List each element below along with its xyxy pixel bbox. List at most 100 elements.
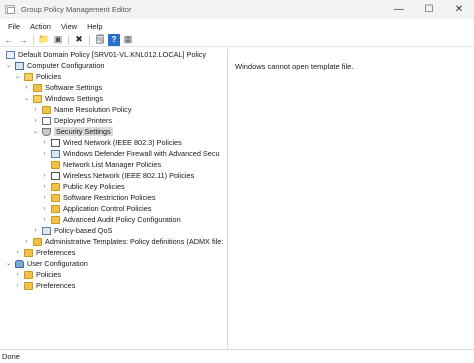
- window-title: Group Policy Management Editor: [21, 5, 132, 14]
- back-arrow-icon[interactable]: ←: [3, 34, 15, 46]
- tree-label: Windows Defender Firewall with Advanced …: [63, 149, 220, 158]
- tree-node-security-settings[interactable]: ⌄ Security Settings: [32, 126, 113, 137]
- tree-node-uc-preferences[interactable]: › Preferences: [14, 280, 76, 291]
- tree-node-software-settings[interactable]: › Software Settings: [23, 82, 103, 93]
- maximize-button[interactable]: ☐: [414, 0, 444, 19]
- folder-icon: [51, 193, 60, 202]
- expand-chevron-icon[interactable]: ›: [41, 149, 48, 158]
- tree-node-advanced-audit[interactable]: › Advanced Audit Policy Configuration: [41, 214, 181, 225]
- qos-chart-icon: [42, 226, 51, 235]
- network-icon: [51, 138, 60, 147]
- forward-arrow-icon[interactable]: →: [17, 34, 29, 46]
- tree-label: Name Resolution Policy: [54, 105, 132, 114]
- tree-node-policy-qos[interactable]: › Policy-based QoS: [32, 225, 113, 236]
- properties-icon[interactable]: 🗒: [94, 34, 106, 46]
- help-icon[interactable]: ?: [108, 33, 120, 46]
- tree-label: Security Settings: [54, 127, 113, 136]
- error-message: Windows cannot open template file.: [235, 62, 354, 71]
- policy-scroll-icon: [6, 50, 15, 59]
- collapse-chevron-icon[interactable]: ⌄: [23, 94, 30, 103]
- tree-node-cc-preferences[interactable]: › Preferences: [14, 247, 76, 258]
- toolbar-separator: [33, 34, 34, 45]
- folder-icon: [51, 204, 60, 213]
- expand-chevron-icon[interactable]: ›: [14, 248, 21, 257]
- collapse-chevron-icon[interactable]: ⌄: [5, 259, 12, 268]
- printer-icon: [42, 116, 51, 125]
- folder-icon: [33, 237, 42, 246]
- tree-node-uc-policies[interactable]: › Policies: [14, 269, 62, 280]
- tree-node-wireless-network[interactable]: › Wireless Network (IEEE 802.11) Policie…: [41, 170, 195, 181]
- minimize-button[interactable]: —: [384, 0, 414, 19]
- user-icon: [15, 259, 24, 268]
- tree-node-user-configuration[interactable]: ⌄ User Configuration: [5, 258, 88, 269]
- close-button[interactable]: ✕: [444, 0, 474, 19]
- delete-icon[interactable]: ✖: [73, 34, 85, 46]
- expand-chevron-icon[interactable]: ›: [23, 237, 30, 246]
- expand-chevron-icon[interactable]: ›: [32, 105, 39, 114]
- tree-node-application-control[interactable]: › Application Control Policies: [41, 203, 152, 214]
- expand-chevron-icon[interactable]: ›: [14, 270, 21, 279]
- no-expander: [41, 160, 48, 169]
- collapse-chevron-icon[interactable]: ⌄: [5, 61, 12, 70]
- window-controls: — ☐ ✕: [384, 0, 474, 19]
- status-bar: Done: [0, 349, 474, 363]
- tree-node-deployed-printers[interactable]: › Deployed Printers: [32, 115, 113, 126]
- wireless-network-icon: [51, 171, 60, 180]
- tree-label: Preferences: [36, 281, 76, 290]
- expand-chevron-icon[interactable]: ›: [32, 226, 39, 235]
- tree-node-public-key[interactable]: › Public Key Policies: [41, 181, 125, 192]
- folder-open-icon: [24, 72, 33, 81]
- expand-chevron-icon[interactable]: ›: [14, 281, 21, 290]
- menu-help[interactable]: Help: [82, 22, 107, 31]
- tree-node-policies[interactable]: ⌄ Policies: [14, 71, 61, 82]
- folder-icon: [33, 83, 42, 92]
- expand-chevron-icon[interactable]: ›: [23, 83, 30, 92]
- folder-icon: [42, 105, 51, 114]
- expand-chevron-icon[interactable]: ›: [41, 138, 48, 147]
- tree-node-name-resolution-policy[interactable]: › Name Resolution Policy: [32, 104, 132, 115]
- expand-chevron-icon[interactable]: ›: [32, 116, 39, 125]
- tree-node-computer-configuration[interactable]: ⌄ Computer Configuration: [5, 60, 105, 71]
- tree-label: Software Restriction Policies: [63, 193, 156, 202]
- tree-node-software-restriction[interactable]: › Software Restriction Policies: [41, 192, 156, 203]
- folder-open-icon: [33, 94, 42, 103]
- console-icon[interactable]: ▦: [122, 34, 134, 46]
- tree-label: Public Key Policies: [63, 182, 125, 191]
- toolbar-separator: [68, 34, 69, 45]
- tree-label: Preferences: [36, 248, 76, 257]
- tree-node-network-list-manager[interactable]: Network List Manager Policies: [41, 159, 161, 170]
- tree-label: Wireless Network (IEEE 802.11) Policies: [63, 171, 195, 180]
- tree-label: Computer Configuration: [27, 61, 105, 70]
- tree-label: Software Settings: [45, 83, 103, 92]
- tree-label: Application Control Policies: [63, 204, 152, 213]
- tree-label: Policies: [36, 270, 62, 279]
- up-folder-icon[interactable]: 📁: [38, 34, 50, 46]
- tree-node-wired-network[interactable]: › Wired Network (IEEE 802.3) Policies: [41, 137, 182, 148]
- title-bar: Group Policy Management Editor — ☐ ✕: [0, 0, 474, 19]
- tree-label: User Configuration: [27, 259, 88, 268]
- tree-label: Policy-based QoS: [54, 226, 113, 235]
- menu-file[interactable]: File: [3, 22, 25, 31]
- folder-icon: [24, 248, 33, 257]
- expand-chevron-icon[interactable]: ›: [41, 193, 48, 202]
- expand-chevron-icon[interactable]: ›: [41, 215, 48, 224]
- expand-chevron-icon[interactable]: ›: [41, 204, 48, 213]
- menu-action[interactable]: Action: [25, 22, 56, 31]
- tree-node-defender-firewall[interactable]: › Windows Defender Firewall with Advance…: [41, 148, 220, 159]
- tree-label: Windows Settings: [45, 94, 103, 103]
- tree-node-administrative-templates[interactable]: › Administrative Templates: Policy defin…: [23, 236, 224, 247]
- console-tree: Default Domain Policy [SRV01-VL.KNL012.L…: [2, 49, 228, 349]
- tree-node-root[interactable]: Default Domain Policy [SRV01-VL.KNL012.L…: [3, 49, 206, 60]
- firewall-icon: [51, 149, 60, 158]
- menu-view[interactable]: View: [56, 22, 82, 31]
- folder-icon: [51, 182, 60, 191]
- tree-node-windows-settings[interactable]: ⌄ Windows Settings: [23, 93, 103, 104]
- show-hide-tree-icon[interactable]: ▣: [52, 34, 64, 46]
- expand-chevron-icon[interactable]: ›: [41, 171, 48, 180]
- gpme-app-icon: [5, 5, 15, 14]
- expand-chevron-icon[interactable]: ›: [41, 182, 48, 191]
- collapse-chevron-icon[interactable]: ⌄: [14, 72, 21, 81]
- folder-icon: [51, 160, 60, 169]
- collapse-chevron-icon[interactable]: ⌄: [32, 127, 39, 136]
- menu-bar: File Action View Help: [0, 19, 474, 33]
